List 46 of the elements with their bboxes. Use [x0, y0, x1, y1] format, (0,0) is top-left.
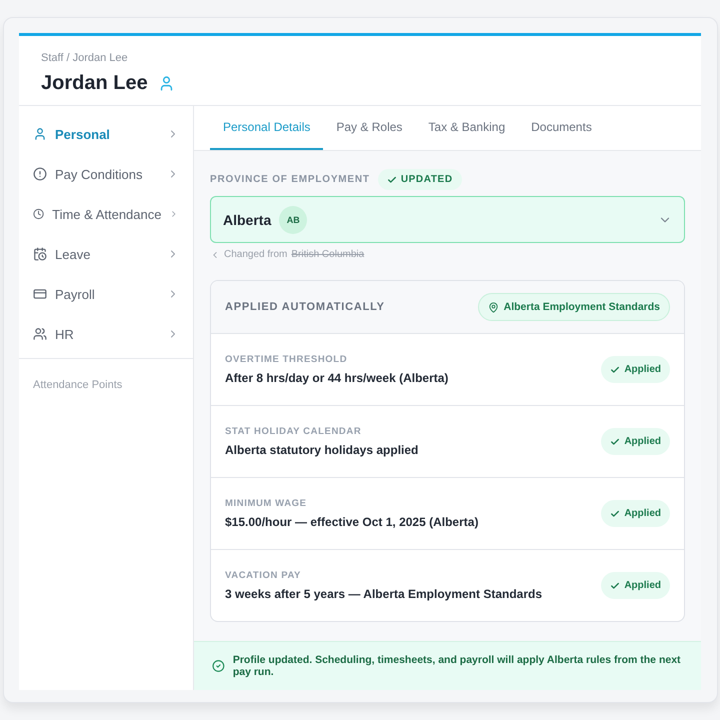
- rule-value: 3 weeks after 5 years — Alberta Employment Standards: [225, 587, 542, 601]
- applied-badge: Applied: [601, 356, 670, 383]
- tab[interactable]: Pay & Roles: [323, 106, 416, 150]
- rule-label: STAT HOLIDAY CALENDAR: [225, 426, 362, 437]
- field-label: PROVINCE OF EMPLOYMENT: [210, 174, 370, 185]
- applied-badge: Applied: [601, 500, 670, 527]
- rule-value: Alberta statutory holidays applied: [225, 443, 418, 457]
- check-icon: [386, 174, 397, 184]
- card-icon: [33, 287, 47, 301]
- changed-from-label: Changed from: [224, 249, 288, 260]
- users-icon: [33, 327, 47, 341]
- check-icon: [610, 508, 620, 518]
- check-circle-icon: [212, 659, 225, 673]
- tab[interactable]: Documents: [518, 106, 605, 150]
- tab[interactable]: Tax & Banking: [415, 106, 518, 150]
- previous-province: British Columbia: [291, 249, 364, 260]
- check-icon: [610, 580, 620, 590]
- user-icon: [33, 127, 47, 141]
- page-title: Jordan Lee: [41, 72, 148, 95]
- rule-label: VACATION PAY: [225, 570, 302, 581]
- applied-badge: Applied: [601, 572, 670, 599]
- calendar-clock-icon: [33, 247, 47, 261]
- province-code-badge: AB: [279, 206, 308, 234]
- banner-message: Profile updated. Scheduling, timesheets, and payroll will apply Alberta rules from the next pay run.: [232, 654, 682, 678]
- applied-badge: Applied: [601, 428, 670, 455]
- map-pin-icon: [488, 302, 499, 312]
- check-icon: [610, 436, 620, 446]
- rule-value: $15.00/hour — effective Oct 1, 2025 (Alberta): [225, 515, 478, 529]
- rule-label: OVERTIME THRESHOLD: [225, 354, 348, 365]
- sidebar-item[interactable]: Payroll: [19, 274, 193, 314]
- check-icon: [610, 364, 620, 374]
- breadcrumb: Staff / Jordan Lee: [41, 52, 129, 64]
- tab[interactable]: Personal Details: [210, 106, 324, 150]
- sidebar-item[interactable]: Personal: [19, 114, 193, 154]
- sidebar-item[interactable]: Time & Attendance: [19, 194, 193, 234]
- clock-icon: [33, 207, 44, 221]
- standards-badge: Alberta Employment Standards: [478, 293, 670, 321]
- rule-value: After 8 hrs/day or 44 hrs/week (Alberta): [225, 371, 448, 385]
- sidebar-item[interactable]: Leave: [19, 234, 193, 274]
- alert-circle-icon: [33, 167, 47, 181]
- panel-title: APPLIED AUTOMATICALLY: [225, 301, 385, 313]
- sidebar-item[interactable]: HR: [19, 314, 193, 354]
- sidebar-item[interactable]: Pay Conditions: [19, 154, 193, 194]
- rule-label: MINIMUM WAGE: [225, 498, 308, 509]
- updated-badge: UPDATED: [378, 169, 462, 190]
- province-select[interactable]: Alberta AB: [210, 196, 685, 243]
